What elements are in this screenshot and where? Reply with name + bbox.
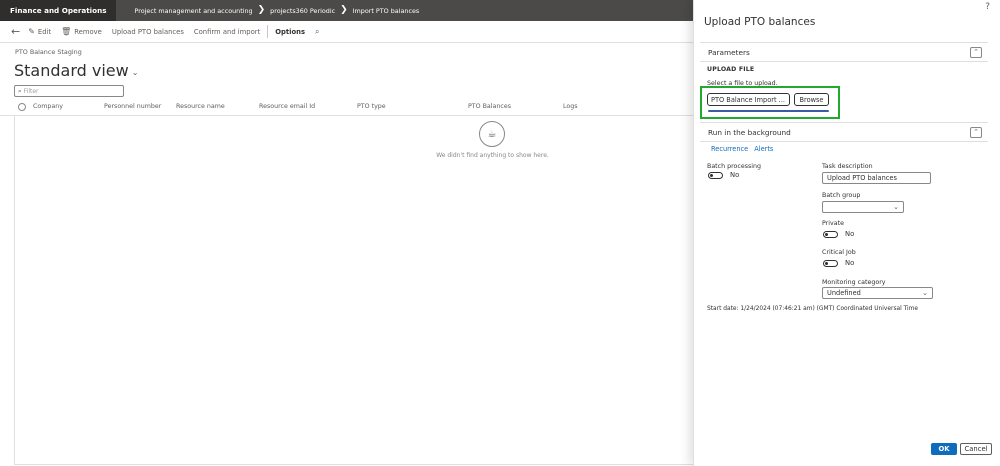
column-header-pto-type[interactable]: PTO type bbox=[357, 103, 386, 110]
background-section-header[interactable]: Run in the background ⌃ bbox=[700, 122, 988, 142]
chevron-up-icon: ⌃ bbox=[973, 48, 979, 56]
view-selector[interactable]: Standard view ⌄ bbox=[14, 61, 693, 80]
start-date-text: Start date: 1/24/2024 (07:46:21 am) (GMT… bbox=[707, 306, 919, 312]
private-toggle[interactable] bbox=[823, 231, 838, 238]
search-icon: ⌕ bbox=[315, 26, 320, 36]
view-title: Standard view bbox=[14, 61, 129, 80]
confirm-and-import-button[interactable]: Confirm and import bbox=[189, 21, 265, 43]
tab-recurrence[interactable]: Recurrence bbox=[711, 145, 748, 153]
select-all-radio[interactable] bbox=[18, 103, 26, 111]
filter-input[interactable]: ⌕ Filter bbox=[14, 85, 124, 97]
chevron-down-icon: ⌄ bbox=[131, 68, 139, 77]
grid-border bbox=[14, 116, 15, 464]
tab-alerts[interactable]: Alerts bbox=[754, 145, 773, 153]
breadcrumb: Project management and accounting ❯ proj… bbox=[116, 6, 419, 15]
help-icon[interactable]: ? bbox=[985, 2, 990, 12]
options-tab[interactable]: Options bbox=[270, 21, 310, 43]
divider bbox=[267, 25, 269, 38]
grid-header: Company Personnel number Resource name R… bbox=[0, 99, 693, 116]
column-header-pto-balances[interactable]: PTO Balances bbox=[468, 103, 511, 110]
batch-processing-label: Batch processing bbox=[707, 163, 762, 170]
chevron-right-icon: ❯ bbox=[257, 5, 266, 15]
upload-file-label: UPLOAD FILE bbox=[707, 66, 755, 73]
empty-state-icon: ☕ bbox=[479, 121, 505, 147]
ok-button[interactable]: OK bbox=[931, 443, 957, 455]
background-header-label: Run in the background bbox=[708, 127, 791, 137]
filter-placeholder: Filter bbox=[23, 87, 39, 95]
column-header-company[interactable]: Company bbox=[33, 103, 63, 110]
trash-icon: 🗑 bbox=[61, 27, 72, 36]
edit-button[interactable]: ✎ Edit bbox=[23, 21, 56, 43]
chevron-down-icon: ⌄ bbox=[893, 203, 899, 211]
breadcrumb-item-module[interactable]: Project management and accounting bbox=[134, 7, 252, 15]
batch-processing-toggle[interactable] bbox=[708, 172, 723, 179]
chevron-right-icon: ❯ bbox=[340, 5, 348, 15]
monitoring-category-label: Monitoring category bbox=[822, 279, 886, 286]
batch-group-select[interactable]: ⌄ bbox=[822, 201, 904, 213]
critical-job-value: No bbox=[845, 259, 855, 267]
collapse-background-button[interactable]: ⌃ bbox=[970, 127, 982, 138]
dialog-title: Upload PTO balances bbox=[704, 16, 816, 28]
app-title[interactable]: Finance and Operations bbox=[0, 0, 117, 21]
search-button[interactable]: ⌕ bbox=[310, 21, 327, 43]
breadcrumb-item-page[interactable]: Import PTO balances bbox=[353, 7, 420, 15]
pencil-icon: ✎ bbox=[28, 27, 35, 36]
breadcrumb-item-company[interactable]: projects360 Periodic bbox=[270, 7, 335, 15]
collapse-parameters-button[interactable]: ⌃ bbox=[970, 47, 982, 58]
parameters-section-header[interactable]: Parameters ⌃ bbox=[700, 42, 988, 62]
action-pane: ← ✎ Edit 🗑 Remove Upload PTO balances Co… bbox=[0, 21, 693, 43]
cancel-button[interactable]: Cancel bbox=[960, 443, 992, 455]
upload-pto-balances-button[interactable]: Upload PTO balances bbox=[107, 21, 189, 43]
batch-group-label: Batch group bbox=[822, 192, 861, 199]
private-value: No bbox=[845, 230, 855, 238]
page-subtitle: PTO Balance Staging bbox=[15, 48, 82, 56]
column-header-resource-email[interactable]: Resource email Id bbox=[259, 103, 315, 110]
monitoring-category-value: Undefined bbox=[827, 289, 861, 297]
chevron-down-icon: ⌄ bbox=[922, 289, 928, 297]
task-description-input[interactable]: Upload PTO balances bbox=[822, 172, 931, 184]
parameters-header-label: Parameters bbox=[708, 47, 750, 57]
critical-job-label: Critical Job bbox=[822, 249, 856, 256]
remove-button[interactable]: 🗑 Remove bbox=[56, 21, 107, 43]
monitoring-category-select[interactable]: Undefined ⌄ bbox=[822, 287, 933, 299]
column-header-resource-name[interactable]: Resource name bbox=[176, 103, 225, 110]
main-page: ← ✎ Edit 🗑 Remove Upload PTO balances Co… bbox=[0, 21, 693, 466]
back-arrow-icon: ← bbox=[11, 25, 21, 38]
column-header-personnel-number[interactable]: Personnel number bbox=[104, 103, 161, 110]
batch-processing-value: No bbox=[730, 171, 740, 179]
column-header-logs[interactable]: Logs bbox=[563, 103, 578, 110]
upload-progress-bar bbox=[708, 110, 829, 112]
private-label: Private bbox=[822, 220, 844, 227]
chevron-up-icon: ⌃ bbox=[973, 128, 979, 136]
task-description-label: Task description bbox=[822, 163, 873, 170]
search-icon: ⌕ bbox=[18, 86, 22, 95]
back-button[interactable]: ← bbox=[6, 21, 23, 43]
background-tabs: Recurrence Alerts bbox=[711, 145, 773, 153]
grid-border bbox=[14, 464, 693, 465]
remove-label: Remove bbox=[74, 27, 102, 36]
browse-button[interactable]: Browse bbox=[794, 93, 829, 106]
edit-label: Edit bbox=[37, 27, 52, 36]
critical-job-toggle[interactable] bbox=[823, 260, 838, 267]
selected-file-button[interactable]: PTO Balance Import ... bbox=[707, 93, 790, 106]
